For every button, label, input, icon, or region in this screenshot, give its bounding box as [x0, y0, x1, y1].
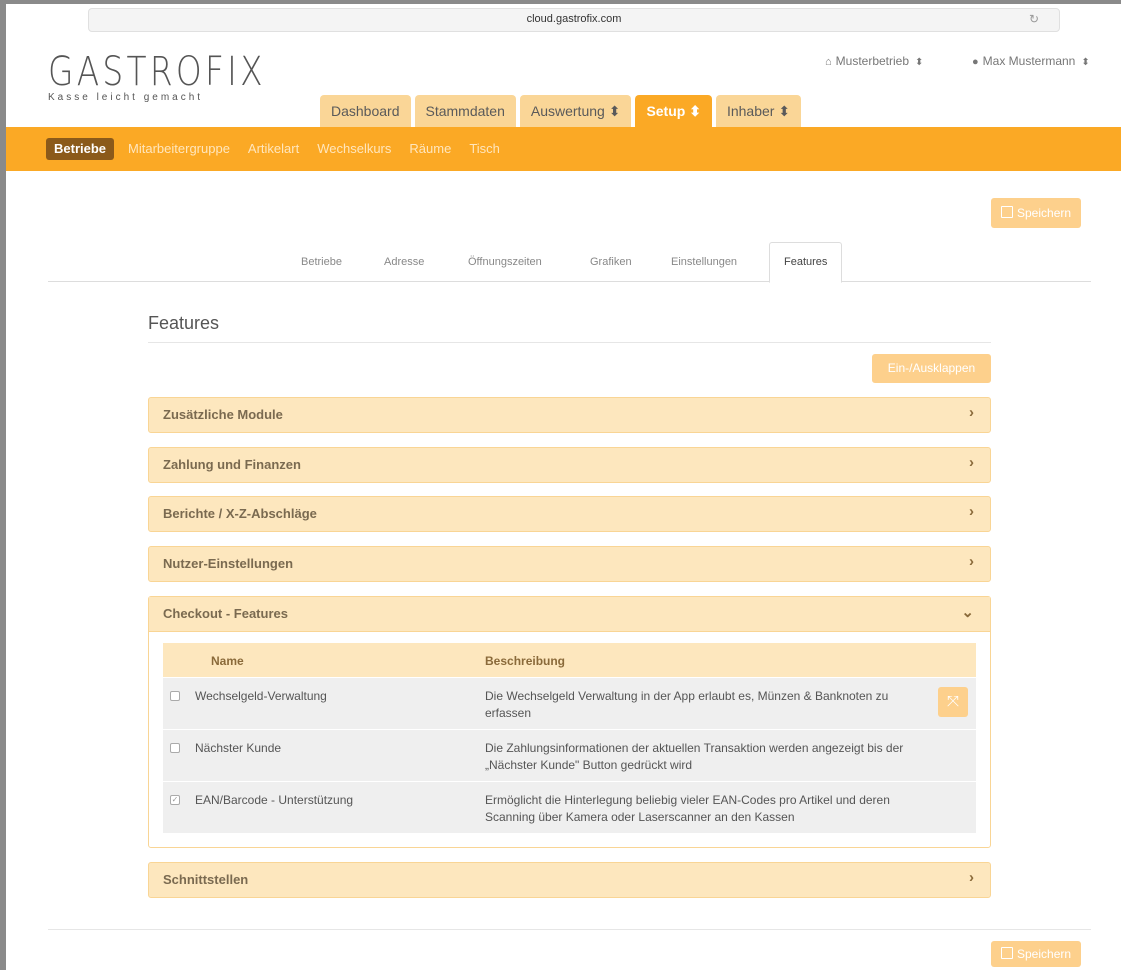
save-label: Speichern: [1017, 206, 1072, 220]
tab-grafiken[interactable]: Grafiken: [590, 256, 632, 268]
panel-nutzer-einstellungen[interactable]: Nutzer-Einstellungen ›: [148, 546, 991, 582]
subnav-tisch[interactable]: Tisch: [469, 138, 500, 160]
tab-adresse[interactable]: Adresse: [384, 256, 424, 268]
main-tabs: Dashboard Stammdaten Auswertung ⬍ Setup …: [320, 95, 802, 127]
settings-tabs: Betriebe Adresse Öffnungszeiten Grafiken…: [48, 242, 1091, 283]
feature-checkbox[interactable]: ✓: [170, 795, 180, 805]
tab-inhaber[interactable]: Inhaber ⬍: [715, 95, 802, 127]
subnav-raeume[interactable]: Räume: [409, 138, 451, 160]
logo-text: GASTROFIX: [48, 49, 266, 95]
panel-zahlung-und-finanzen[interactable]: Zahlung und Finanzen ›: [148, 447, 991, 483]
panel-zusaetzliche-module[interactable]: Zusätzliche Module ›: [148, 397, 991, 433]
table-row: ✓ EAN/Barcode - Unterstützung Ermöglicht…: [163, 781, 976, 833]
window-frame-top: [0, 0, 1121, 4]
floppy-disk-icon: [1001, 206, 1013, 218]
panel-title: Schnittstellen: [163, 872, 249, 887]
url-text: cloud.gastrofix.com: [526, 13, 622, 25]
chevron-down-icon: ⌄: [961, 604, 974, 621]
panel-checkout-features: Checkout - Features ⌄ Name Beschreibung …: [148, 596, 991, 848]
chevron-right-icon: ›: [969, 404, 974, 421]
feature-description: Ermöglicht die Hinterlegung beliebig vie…: [485, 793, 890, 824]
panel-header[interactable]: Checkout - Features ⌄: [149, 597, 990, 632]
subnav-betriebe[interactable]: Betriebe: [46, 138, 115, 160]
chevron-right-icon: ›: [969, 553, 974, 570]
tab-stammdaten[interactable]: Stammdaten: [414, 95, 516, 127]
features-table: Name Beschreibung Wechselgeld-Verwaltung…: [163, 643, 976, 833]
floppy-disk-icon: [1001, 947, 1013, 959]
table-header: Name Beschreibung: [163, 643, 976, 677]
panel-berichte[interactable]: Berichte / X-Z-Abschläge ›: [148, 496, 991, 532]
tab-auswertung[interactable]: Auswertung ⬍: [519, 95, 632, 127]
business-selector[interactable]: ⌂ Musterbetrieb ⬍: [825, 54, 923, 68]
address-bar[interactable]: cloud.gastrofix.com ↻: [88, 8, 1060, 32]
column-header-description: Beschreibung: [485, 654, 566, 668]
table-row: Nächster Kunde Die Zahlungsinformationen…: [163, 729, 976, 781]
tab-oeffnungszeiten[interactable]: Öffnungszeiten: [468, 256, 542, 268]
tab-features[interactable]: Features: [769, 242, 843, 283]
feature-checkbox[interactable]: [170, 743, 180, 753]
chevron-right-icon: ›: [969, 869, 974, 886]
feature-name: Nächster Kunde: [195, 741, 282, 755]
subnav-wechselkurs[interactable]: Wechselkurs: [317, 138, 391, 160]
select-arrows-icon: ⬍: [915, 57, 924, 68]
panel-title: Nutzer-Einstellungen: [163, 556, 294, 571]
panel-title: Zahlung und Finanzen: [163, 457, 301, 472]
chevron-right-icon: ›: [969, 454, 974, 471]
expand-collapse-button[interactable]: Ein-/Ausklappen: [872, 354, 991, 383]
user-name: Max Mustermann: [982, 54, 1076, 68]
feature-name: Wechselgeld-Verwaltung: [195, 689, 327, 703]
drag-handle-icon[interactable]: ⤧: [938, 687, 968, 717]
tab-setup[interactable]: Setup ⬍: [635, 95, 712, 127]
footer-divider: [48, 929, 1091, 930]
save-button-top[interactable]: Speichern: [991, 198, 1082, 228]
sub-navigation: Betriebe Mitarbeitergruppe Artikelart We…: [6, 127, 1121, 171]
panel-title: Zusätzliche Module: [163, 407, 283, 422]
user-icon: ●: [972, 56, 979, 68]
feature-description: Die Wechselgeld Verwaltung in der App er…: [485, 689, 889, 720]
title-divider: [148, 342, 991, 343]
reload-icon[interactable]: ↻: [1029, 12, 1039, 26]
business-name: Musterbetrieb: [835, 54, 910, 68]
chevron-right-icon: ›: [969, 503, 974, 520]
table-row: Wechselgeld-Verwaltung Die Wechselgeld V…: [163, 677, 976, 729]
feature-checkbox[interactable]: [170, 691, 180, 701]
page-title: Features: [148, 313, 220, 333]
subnav-mitarbeitergruppe[interactable]: Mitarbeitergruppe: [128, 138, 230, 160]
feature-description: Die Zahlungsinformationen der aktuellen …: [485, 741, 904, 772]
panel-title: Berichte / X-Z-Abschläge: [163, 506, 317, 521]
panel-title: Checkout - Features: [163, 606, 288, 621]
logo[interactable]: GASTROFIX Kasse leicht gemacht: [48, 50, 314, 103]
tab-dashboard[interactable]: Dashboard: [320, 95, 411, 127]
save-label: Speichern: [1017, 947, 1072, 961]
user-menu[interactable]: ● Max Mustermann ⬍: [972, 54, 1090, 68]
home-icon: ⌂: [825, 56, 832, 68]
select-arrows-icon: ⬍: [1081, 57, 1090, 68]
tab-betriebe[interactable]: Betriebe: [301, 256, 342, 268]
panel-schnittstellen[interactable]: Schnittstellen ›: [148, 862, 991, 898]
column-header-name: Name: [211, 654, 244, 668]
subnav-artikelart[interactable]: Artikelart: [248, 138, 299, 160]
save-button-bottom[interactable]: Speichern: [991, 941, 1082, 967]
tab-einstellungen[interactable]: Einstellungen: [671, 256, 737, 268]
feature-name: EAN/Barcode - Unterstützung: [195, 793, 354, 807]
